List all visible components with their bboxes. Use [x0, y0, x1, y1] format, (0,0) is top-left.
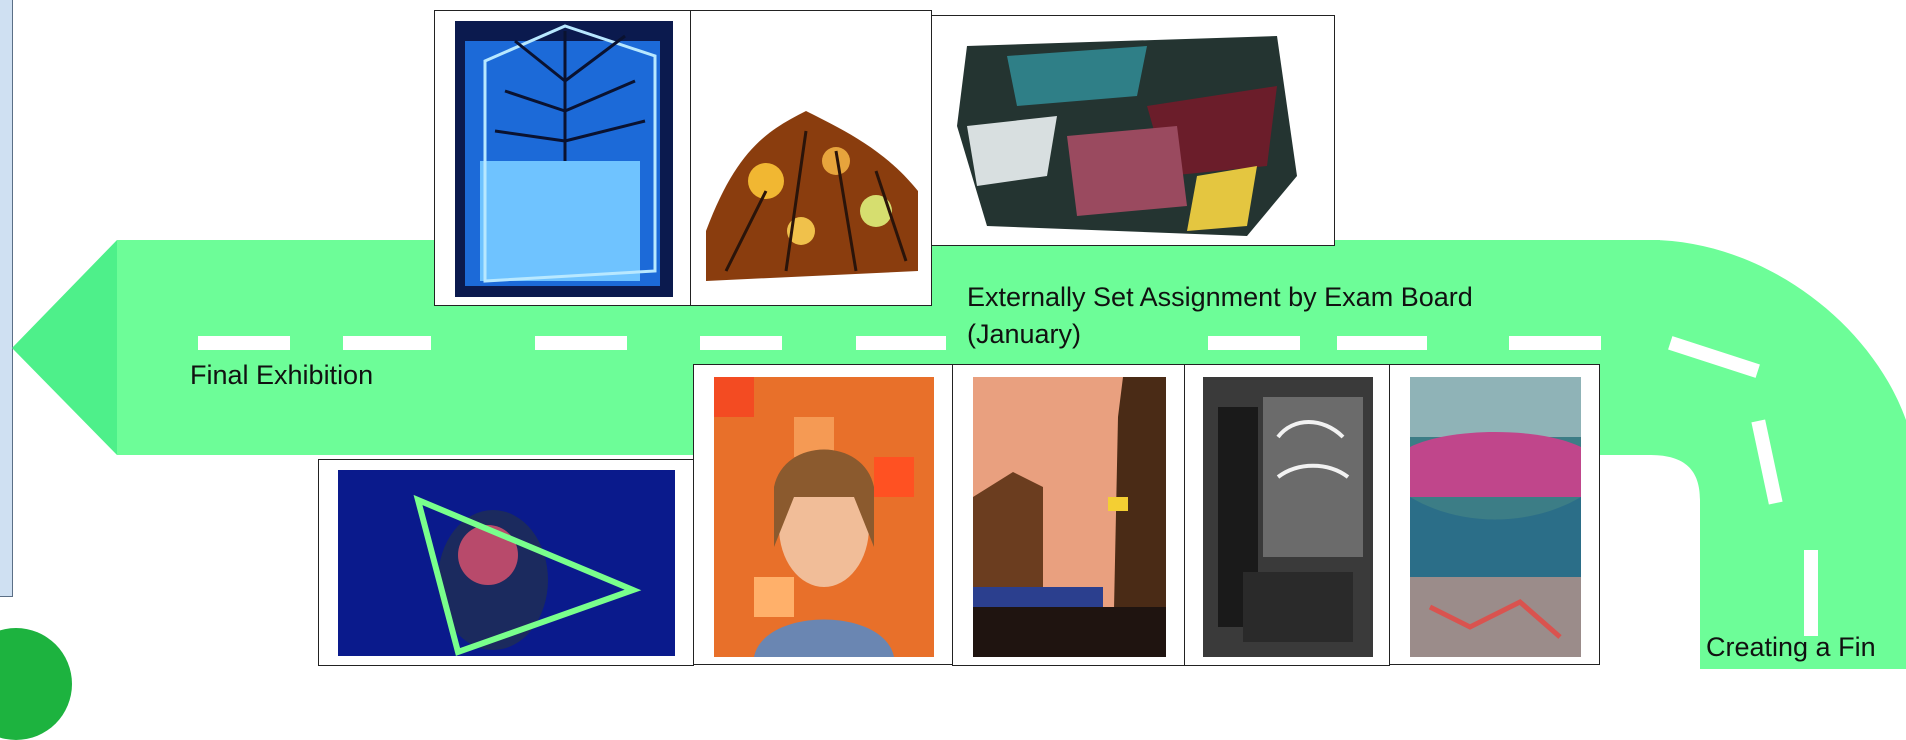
- monochrome-neon-shopfront-photo: [1184, 364, 1390, 666]
- final-exhibition-label: Final Exhibition: [190, 360, 374, 390]
- blue-cube-tree-photo: [434, 10, 691, 306]
- neon-triangle-portrait-photo: [318, 459, 694, 666]
- graffiti-skatepark-photo: [1389, 364, 1600, 665]
- abstract-collage-photo: [931, 15, 1335, 246]
- creating-final-label: Creating a Fin: [1706, 632, 1876, 662]
- orange-pixel-portrait-photo: [693, 364, 953, 665]
- road-arrow-head: [12, 240, 117, 455]
- autumn-branches-photo: [690, 10, 932, 306]
- externally-set-assignment-label: Externally Set Assignment by Exam Board: [967, 282, 1473, 312]
- externally-set-assignment-date-label: (January): [967, 319, 1082, 349]
- sunset-street-photo: [952, 364, 1185, 666]
- road-curve: [1600, 240, 1906, 669]
